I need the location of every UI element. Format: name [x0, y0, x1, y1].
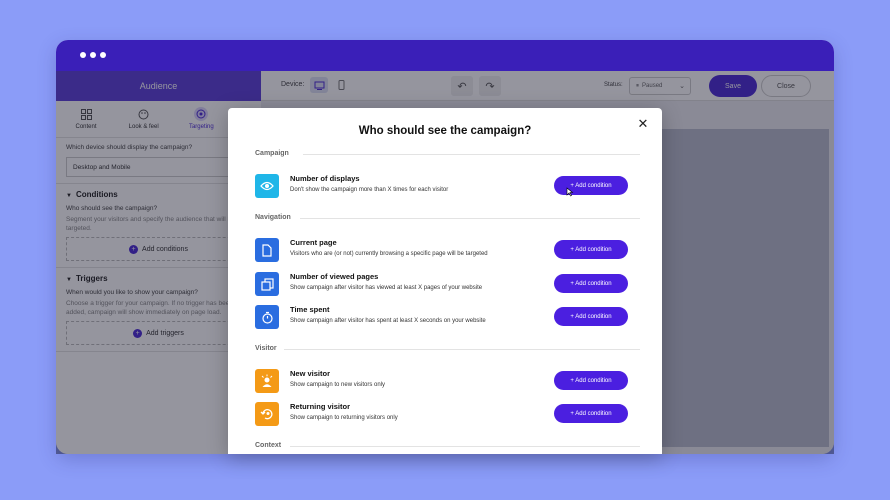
- condition-title: Current page: [290, 238, 337, 247]
- condition-time-spent: Time spent Show campaign after visitor h…: [255, 303, 632, 331]
- modal-title: Who should see the campaign?: [358, 125, 532, 137]
- returning-visitor-icon: [255, 402, 279, 426]
- add-condition-button[interactable]: + Add condition: [554, 307, 628, 326]
- condition-title: New visitor: [290, 369, 331, 378]
- condition-description: Show campaign to returning visitors only: [290, 415, 398, 421]
- add-condition-button[interactable]: + Add condition: [554, 371, 628, 390]
- add-condition-button[interactable]: + Add condition: [554, 274, 628, 293]
- new-visitor-icon: [255, 369, 279, 393]
- mouse-cursor-icon: [566, 187, 574, 197]
- condition-title: Returning visitor: [290, 402, 351, 411]
- page-icon: [255, 238, 279, 262]
- group-label-navigation: Navigation: [255, 214, 291, 221]
- condition-description: Show campaign after visitor has spent at…: [290, 318, 486, 324]
- divider: [284, 349, 640, 350]
- condition-title: Number of viewed pages: [290, 272, 379, 281]
- condition-description: Don't show the campaign more than X time…: [290, 187, 449, 193]
- divider: [303, 154, 640, 155]
- group-label-campaign: Campaign: [255, 150, 289, 157]
- group-label-visitor: Visitor: [255, 345, 277, 352]
- stopwatch-icon: [255, 305, 279, 329]
- eye-icon: [255, 174, 279, 198]
- add-condition-button[interactable]: + Add condition: [554, 240, 628, 259]
- condition-returning-visitor: Returning visitor Show campaign to retur…: [255, 400, 632, 428]
- condition-description: Show campaign to new visitors only: [290, 382, 386, 388]
- divider: [290, 446, 640, 447]
- close-icon[interactable]: ✕: [636, 117, 650, 131]
- condition-description: Show campaign after visitor has viewed a…: [290, 285, 483, 291]
- condition-number-of-viewed-pages: Number of viewed pages Show campaign aft…: [255, 270, 632, 298]
- divider: [300, 218, 640, 219]
- add-condition-button[interactable]: + Add condition: [554, 404, 628, 423]
- condition-description: Visitors who are (or not) currently brow…: [290, 251, 488, 257]
- condition-title: Number of displays: [290, 174, 360, 183]
- window-dots: [80, 52, 106, 58]
- window-titlebar: [56, 40, 834, 71]
- condition-number-of-displays: Number of displays Don't show the campai…: [255, 172, 632, 200]
- add-condition-modal: Who should see the campaign? ✕ Campaign …: [228, 108, 662, 454]
- condition-current-page: Current page Visitors who are (or not) c…: [255, 236, 632, 264]
- pages-icon: [255, 272, 279, 296]
- condition-new-visitor: New visitor Show campaign to new visitor…: [255, 367, 632, 395]
- condition-title: Time spent: [290, 305, 330, 314]
- group-label-context: Context: [255, 442, 282, 449]
